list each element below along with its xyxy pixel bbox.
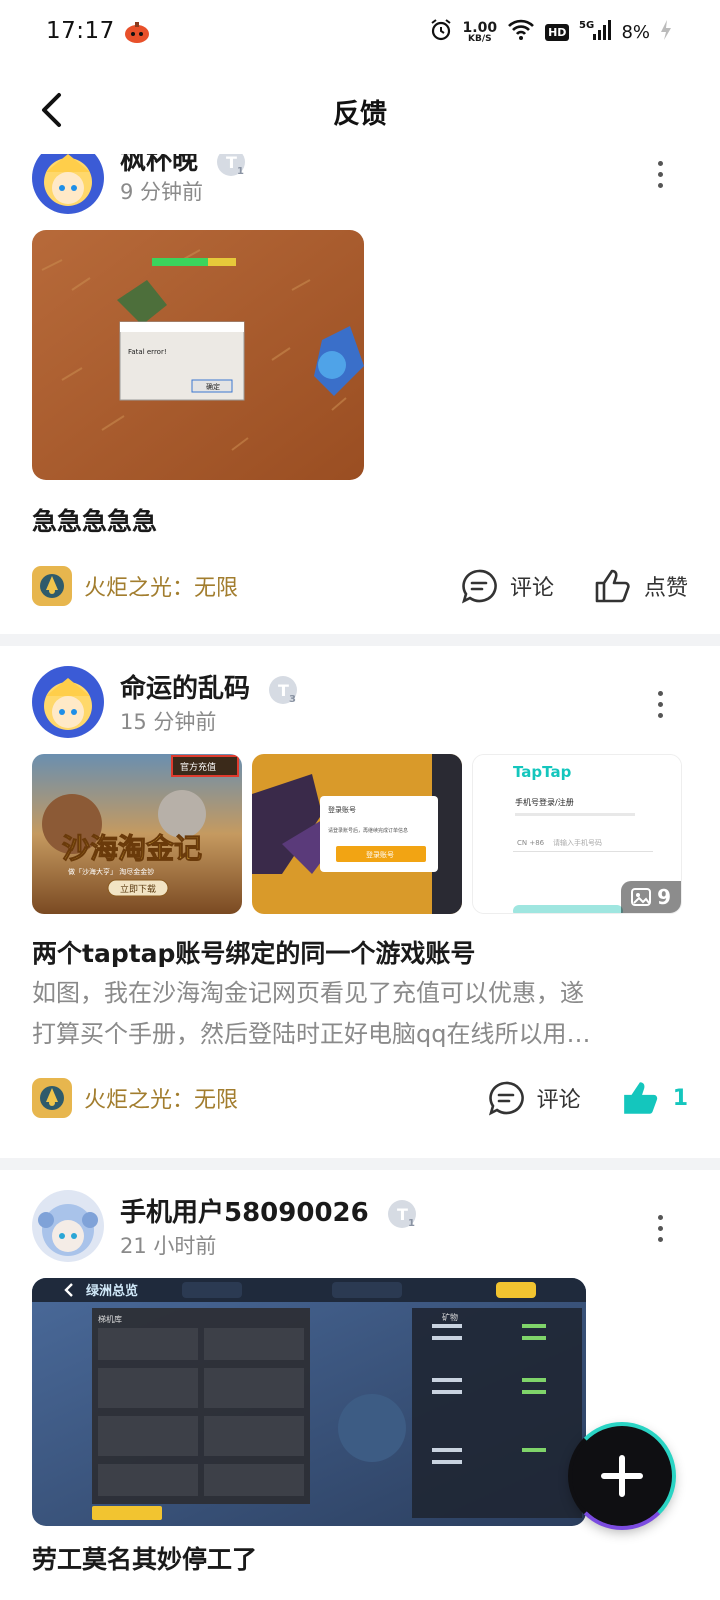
game-name: 火炬之光：无限 bbox=[84, 576, 239, 601]
svg-text:TapTap: TapTap bbox=[513, 763, 572, 781]
game-icon bbox=[32, 566, 72, 606]
post-image-grid: 官方充值 沙海淘金记 做「沙海大亨」 淘尽金金钞 立即下载 登录账号 请登录账号… bbox=[32, 754, 682, 914]
svg-text:请输入手机号码: 请输入手机号码 bbox=[553, 838, 602, 847]
signal-icon: 5G bbox=[579, 18, 612, 46]
hd-badge: HD bbox=[545, 23, 570, 41]
post-image[interactable]: Fatal error! 确定 bbox=[32, 230, 364, 480]
svg-text:立即下载: 立即下载 bbox=[120, 883, 156, 895]
charging-icon bbox=[660, 19, 672, 45]
level-badge-icon: T3 bbox=[269, 675, 298, 705]
comment-label: 评论 bbox=[509, 576, 554, 601]
more-images-badge[interactable]: 9 bbox=[621, 881, 681, 913]
svg-text:3: 3 bbox=[289, 694, 296, 705]
image-gallery-icon bbox=[631, 888, 652, 906]
network-speed: 1.00 KB/S bbox=[462, 19, 498, 44]
feed-post[interactable]: 枫杯晚 T1 9 分钟前 Fatal error! 确定 急急急急急 火炬之光：… bbox=[0, 142, 720, 634]
status-bar: 17:17 1.00 KB/S HD 5G 8% bbox=[0, 0, 720, 64]
game-tag[interactable]: 火炬之光：无限 bbox=[32, 1078, 238, 1118]
svg-text:做「沙海大亨」 淘尽金金钞: 做「沙海大亨」 淘尽金金钞 bbox=[68, 867, 154, 876]
post-excerpt-line: 打算买个手册，然后登陆时正好电脑qq在线所以用… bbox=[32, 1020, 591, 1048]
screen: 17:17 1.00 KB/S HD 5G 8% 反馈 枫杯晚 T 1 9 分钟… bbox=[0, 0, 720, 1600]
author-name[interactable]: 手机用户58090026 T1 bbox=[120, 1192, 418, 1230]
svg-text:T: T bbox=[226, 153, 237, 172]
post-time: 9 分钟前 bbox=[120, 180, 204, 204]
svg-text:登录账号: 登录账号 bbox=[366, 850, 394, 859]
post-excerpt[interactable]: 如图，我在沙海淘金记网页看见了充值可以优惠，遂 打算买个手册，然后登陆时正好电脑… bbox=[32, 973, 688, 1055]
svg-text:1: 1 bbox=[237, 166, 244, 177]
svg-text:沙海淘金记: 沙海淘金记 bbox=[62, 832, 202, 865]
feed-list[interactable]: 枫杯晚 T1 9 分钟前 Fatal error! 确定 急急急急急 火炬之光：… bbox=[0, 142, 720, 1600]
like-button[interactable]: 点赞 bbox=[594, 568, 688, 604]
like-label: 点赞 bbox=[643, 576, 688, 601]
svg-text:T: T bbox=[397, 1205, 408, 1224]
game-tag[interactable]: 火炬之光：无限 bbox=[32, 566, 238, 606]
comment-button[interactable]: 评论 bbox=[487, 1080, 581, 1116]
post-image[interactable]: TapTap 手机号登录/注册 CN +86 请输入手机号码 9 bbox=[472, 754, 682, 914]
svg-text:T: T bbox=[278, 681, 289, 700]
comment-label: 评论 bbox=[536, 1088, 581, 1113]
svg-text:梯机库: 梯机库 bbox=[98, 1314, 122, 1324]
thumbs-up-icon bbox=[595, 569, 630, 603]
svg-text:Fatal error!: Fatal error! bbox=[128, 348, 167, 356]
divider bbox=[0, 1158, 720, 1170]
avatar[interactable] bbox=[32, 1190, 104, 1262]
status-indicators: 1.00 KB/S HD 5G 8% bbox=[429, 16, 672, 48]
comment-icon bbox=[461, 569, 497, 604]
post-time: 21 小时前 bbox=[120, 1234, 217, 1258]
svg-text:绿洲总览: 绿洲总览 bbox=[86, 1283, 138, 1299]
thumbs-up-icon bbox=[623, 1082, 657, 1114]
create-post-button[interactable] bbox=[568, 1422, 676, 1530]
comment-button[interactable]: 评论 bbox=[460, 568, 554, 604]
svg-text:5G: 5G bbox=[579, 20, 594, 31]
svg-text:请登录账号后，再继续完成订单信息: 请登录账号后，再继续完成订单信息 bbox=[328, 827, 408, 834]
game-notification-icon bbox=[124, 20, 150, 44]
wifi-icon bbox=[507, 19, 535, 45]
comment-icon bbox=[488, 1081, 524, 1116]
svg-text:登录账号: 登录账号 bbox=[328, 805, 356, 814]
post-excerpt-line: 如图，我在沙海淘金记网页看见了充值可以优惠，遂 bbox=[32, 979, 584, 1007]
status-time: 17:17 bbox=[46, 18, 115, 44]
alarm-icon bbox=[429, 18, 453, 46]
svg-text:确定: 确定 bbox=[206, 382, 220, 391]
post-title[interactable]: 急急急急急 bbox=[32, 502, 157, 538]
more-menu-button[interactable] bbox=[648, 1210, 672, 1246]
level-badge-icon: T1 bbox=[387, 1199, 416, 1229]
divider bbox=[0, 634, 720, 646]
svg-text:手机号登录/注册: 手机号登录/注册 bbox=[515, 797, 574, 807]
like-button[interactable]: 1 bbox=[621, 1079, 688, 1117]
post-title[interactable]: 劳工莫名其妙停工了 bbox=[32, 1540, 257, 1576]
like-count: 1 bbox=[672, 1085, 688, 1111]
more-menu-button[interactable] bbox=[648, 156, 672, 192]
feed-post[interactable]: 命运的乱码 T3 15 分钟前 官方充值 沙海淘金记 做「沙海大亨」 淘尽金金钞… bbox=[0, 646, 720, 1158]
post-image[interactable]: 登录账号 请登录账号后，再继续完成订单信息 登录账号 bbox=[252, 754, 462, 914]
game-name: 火炬之光：无限 bbox=[84, 1088, 239, 1113]
top-nav: 反馈 bbox=[0, 64, 720, 154]
battery-level: 8% bbox=[621, 21, 650, 43]
svg-text:1: 1 bbox=[408, 1218, 415, 1229]
feed-post[interactable]: 手机用户58090026 T1 21 小时前 绿洲总览 梯机库 矿物 劳工莫名其… bbox=[0, 1170, 720, 1600]
svg-text:CN +86: CN +86 bbox=[517, 839, 545, 847]
post-footer: 火炬之光：无限 评论 点赞 bbox=[32, 564, 688, 608]
author-name[interactable]: 命运的乱码 T3 bbox=[120, 668, 299, 706]
post-title[interactable]: 两个taptap账号绑定的同一个游戏账号 bbox=[32, 934, 475, 970]
post-footer: 火炬之光：无限 评论 1 bbox=[32, 1076, 688, 1120]
svg-text:官方充值: 官方充值 bbox=[180, 761, 216, 773]
game-icon bbox=[32, 1078, 72, 1118]
svg-text:矿物: 矿物 bbox=[442, 1312, 458, 1322]
more-menu-button[interactable] bbox=[648, 686, 672, 722]
post-image[interactable]: 绿洲总览 梯机库 矿物 bbox=[32, 1278, 586, 1526]
post-time: 15 分钟前 bbox=[120, 710, 217, 734]
post-image[interactable]: 官方充值 沙海淘金记 做「沙海大亨」 淘尽金金钞 立即下载 bbox=[32, 754, 242, 914]
page-title: 反馈 bbox=[333, 99, 387, 130]
avatar[interactable] bbox=[32, 666, 104, 738]
